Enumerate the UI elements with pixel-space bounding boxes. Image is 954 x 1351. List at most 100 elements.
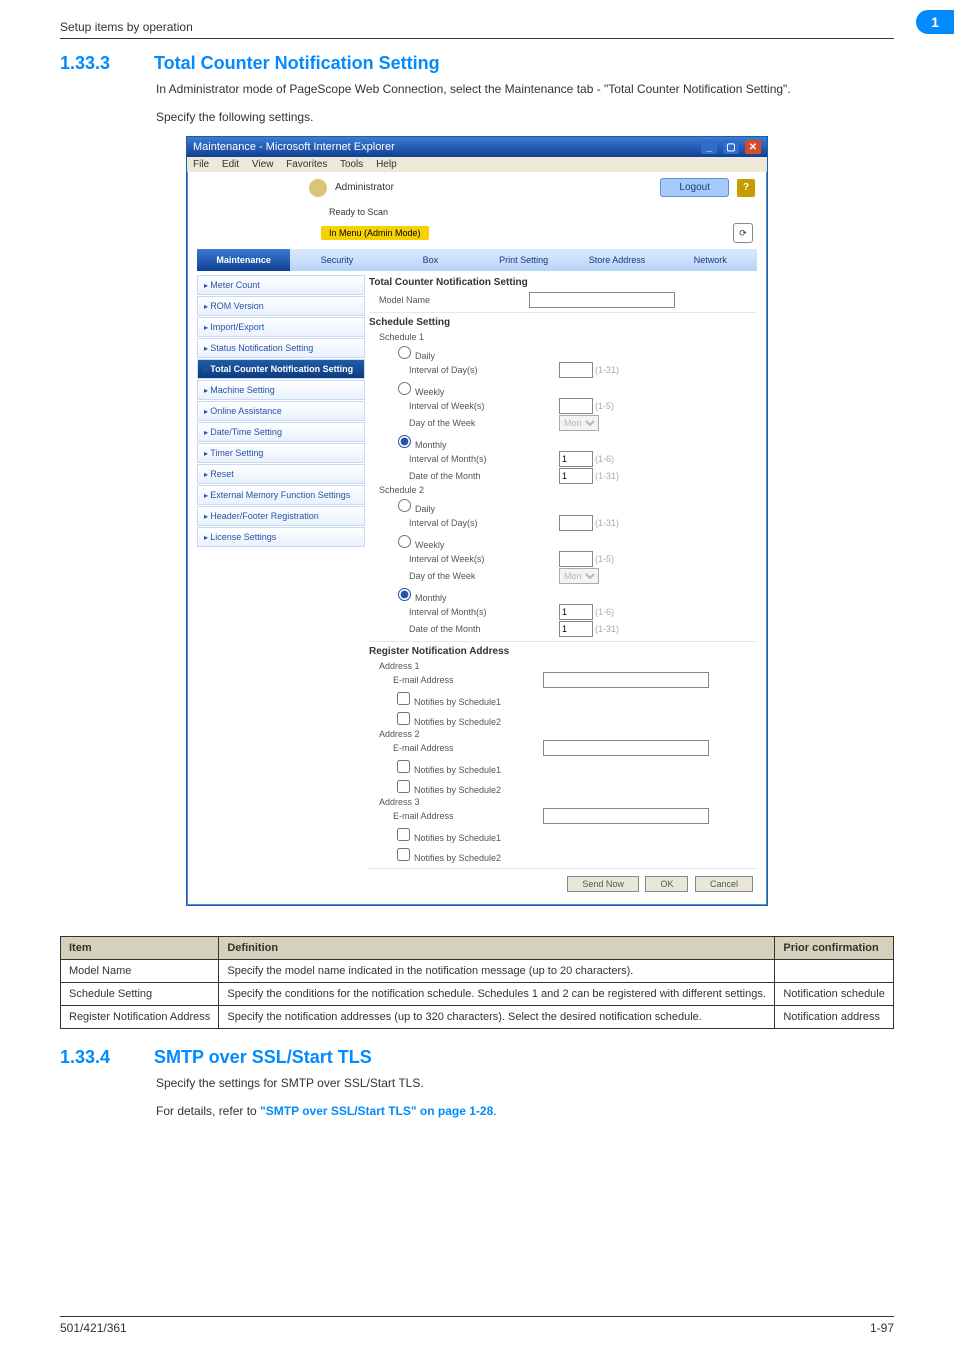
s1-daily: Daily	[415, 351, 435, 361]
section2-para2: For details, refer to "SMTP over SSL/Sta…	[156, 1102, 894, 1120]
s2-monthly-radio[interactable]	[398, 588, 411, 601]
minimize-icon[interactable]: _	[701, 140, 717, 154]
addr1-email-input[interactable]	[543, 672, 709, 688]
addr1-nb1-check[interactable]	[397, 692, 410, 705]
section2-link[interactable]: "SMTP over SSL/Start TLS" on page 1-28	[260, 1104, 493, 1118]
s2-intweek-input[interactable]	[559, 551, 593, 567]
tab-maintenance[interactable]: Maintenance	[197, 249, 290, 271]
s1-daily-radio[interactable]	[398, 346, 411, 359]
addr3-email-input[interactable]	[543, 808, 709, 824]
menu-favorites[interactable]: Favorites	[286, 159, 327, 170]
cancel-button[interactable]: Cancel	[695, 876, 753, 892]
menu-edit[interactable]: Edit	[222, 159, 239, 170]
s2-intmonth-suffix: (1-6)	[595, 607, 614, 617]
addr1-nb2-check[interactable]	[397, 712, 410, 725]
s1-intmonth-input[interactable]	[559, 451, 593, 467]
s2-intday-input[interactable]	[559, 515, 593, 531]
section2-para2-suffix: .	[493, 1104, 496, 1118]
addr1-label: Address 1	[369, 661, 529, 671]
section-heading-1: 1.33.3 Total Counter Notification Settin…	[60, 53, 894, 74]
s1-intday-suffix: (1-31)	[595, 365, 619, 375]
close-icon[interactable]: ✕	[745, 140, 761, 154]
menu-tools[interactable]: Tools	[340, 159, 363, 170]
help-icon[interactable]: ?	[737, 179, 755, 197]
footer-left: 501/421/361	[60, 1321, 127, 1335]
s1-intday-input[interactable]	[559, 362, 593, 378]
refresh-icon[interactable]: ⟳	[733, 223, 753, 243]
s2-dom-label: Date of the Month	[369, 624, 559, 634]
addr2-nb1-check[interactable]	[397, 760, 410, 773]
addr3-email-label: E-mail Address	[369, 811, 543, 821]
sidebar-item-import[interactable]: Import/Export	[197, 317, 365, 337]
sidebar-item-datetime[interactable]: Date/Time Setting	[197, 422, 365, 442]
s2-daily: Daily	[415, 504, 435, 514]
s1-intweek-input[interactable]	[559, 398, 593, 414]
section1-para2: Specify the following settings.	[156, 108, 894, 126]
tab-box[interactable]: Box	[384, 249, 477, 271]
sidebar-item-headerfooter[interactable]: Header/Footer Registration	[197, 506, 365, 526]
s1-dom-label: Date of the Month	[369, 471, 559, 481]
sidebar-item-status-notif[interactable]: Status Notification Setting	[197, 338, 365, 358]
s2-daily-radio[interactable]	[398, 499, 411, 512]
admin-user: Administrator	[335, 182, 394, 193]
sidebar-item-reset[interactable]: Reset	[197, 464, 365, 484]
ie-window: Maintenance - Microsoft Internet Explore…	[186, 136, 768, 906]
addr3-nb1-check[interactable]	[397, 828, 410, 841]
section1-para1: In Administrator mode of PageScope Web C…	[156, 80, 894, 98]
send-now-button[interactable]: Send Now	[567, 876, 639, 892]
chapter-badge: 1	[916, 10, 954, 34]
menu-file[interactable]: File	[193, 159, 209, 170]
s2-intday-suffix: (1-31)	[595, 518, 619, 528]
ie-menubar[interactable]: File Edit View Favorites Tools Help	[187, 157, 767, 172]
s2-dow-label: Day of the Week	[369, 571, 559, 581]
s1-intweek-suffix: (1-5)	[595, 401, 614, 411]
menu-view[interactable]: View	[252, 159, 274, 170]
s2-intmonth-input[interactable]	[559, 604, 593, 620]
s1-dom-input[interactable]	[559, 468, 593, 484]
ie-titlebar[interactable]: Maintenance - Microsoft Internet Explore…	[187, 137, 767, 157]
model-name-input[interactable]	[529, 292, 675, 308]
sidebar-item-timer[interactable]: Timer Setting	[197, 443, 365, 463]
addr3-nb2-check[interactable]	[397, 848, 410, 861]
s1-dow-label: Day of the Week	[369, 418, 559, 428]
s2-dow-select[interactable]: Mon	[559, 568, 599, 584]
ok-button[interactable]: OK	[645, 876, 688, 892]
reg-addr-heading: Register Notification Address	[369, 646, 757, 657]
section-num-2: 1.33.4	[60, 1047, 126, 1068]
menu-help[interactable]: Help	[376, 159, 397, 170]
sidebar-item-machine[interactable]: Machine Setting	[197, 380, 365, 400]
maximize-icon[interactable]: ▢	[723, 140, 739, 154]
addr1-nb1: Notifies by Schedule1	[414, 697, 501, 707]
logout-button[interactable]: Logout	[660, 178, 729, 197]
footer-right: 1-97	[870, 1321, 894, 1335]
addr2-label: Address 2	[369, 729, 529, 739]
section-title-1: Total Counter Notification Setting	[154, 53, 440, 74]
tabbar: Maintenance Security Box Print Setting S…	[197, 249, 757, 271]
tab-network[interactable]: Network	[664, 249, 757, 271]
status-ready: Ready to Scan	[321, 205, 396, 219]
s2-dom-input[interactable]	[559, 621, 593, 637]
tab-print-setting[interactable]: Print Setting	[477, 249, 570, 271]
tab-security[interactable]: Security	[290, 249, 383, 271]
th-prior: Prior confirmation	[775, 937, 894, 960]
sidebar-item-meter[interactable]: Meter Count	[197, 275, 365, 295]
tab-store-address[interactable]: Store Address	[570, 249, 663, 271]
sidebar-item-online[interactable]: Online Assistance	[197, 401, 365, 421]
s1-monthly-radio[interactable]	[398, 435, 411, 448]
sidebar-item-extmem[interactable]: External Memory Function Settings	[197, 485, 365, 505]
sched1-label: Schedule 1	[369, 332, 529, 342]
sidebar-item-rom[interactable]: ROM Version	[197, 296, 365, 316]
addr2-email-input[interactable]	[543, 740, 709, 756]
s2-intday-label: Interval of Day(s)	[369, 518, 559, 528]
sidebar-item-license[interactable]: License Settings	[197, 527, 365, 547]
s1-weekly-radio[interactable]	[398, 382, 411, 395]
section-heading-2: 1.33.4 SMTP over SSL/Start TLS	[60, 1047, 894, 1068]
content-heading: Total Counter Notification Setting	[369, 277, 757, 288]
s1-dow-select[interactable]: Mon	[559, 415, 599, 431]
s2-weekly-radio[interactable]	[398, 535, 411, 548]
addr2-nb2-check[interactable]	[397, 780, 410, 793]
addr2-nb1: Notifies by Schedule1	[414, 765, 501, 775]
sidebar-item-total-counter[interactable]: Total Counter Notification Setting	[197, 359, 365, 379]
s1-monthly: Monthly	[415, 440, 447, 450]
addr2-email-label: E-mail Address	[369, 743, 543, 753]
